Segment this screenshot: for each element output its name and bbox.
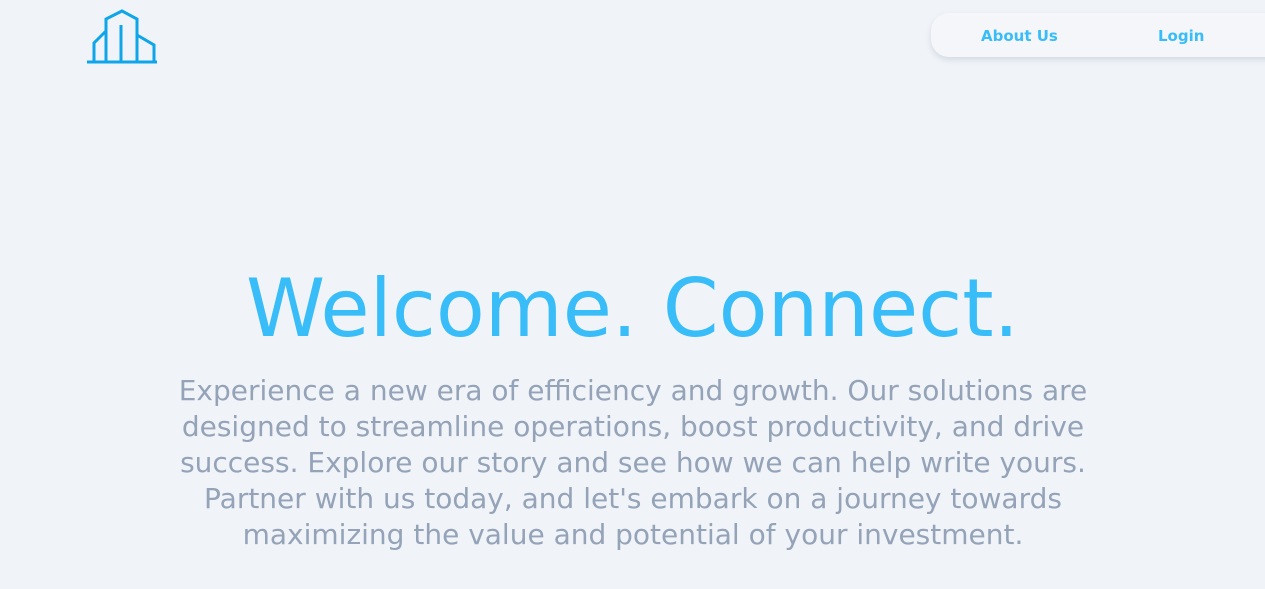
landing-page: About Us Login Welcome. Connect. Experie… [0,0,1265,589]
hero-title: Welcome. Connect. [245,262,1019,355]
login-link[interactable]: Login [1158,27,1204,45]
top-nav: About Us Login [931,13,1265,57]
hero-description: Experience a new era of efficiency and g… [178,374,1088,551]
logo[interactable] [86,9,158,65]
building-icon [87,9,157,64]
about-us-link[interactable]: About Us [981,27,1058,45]
